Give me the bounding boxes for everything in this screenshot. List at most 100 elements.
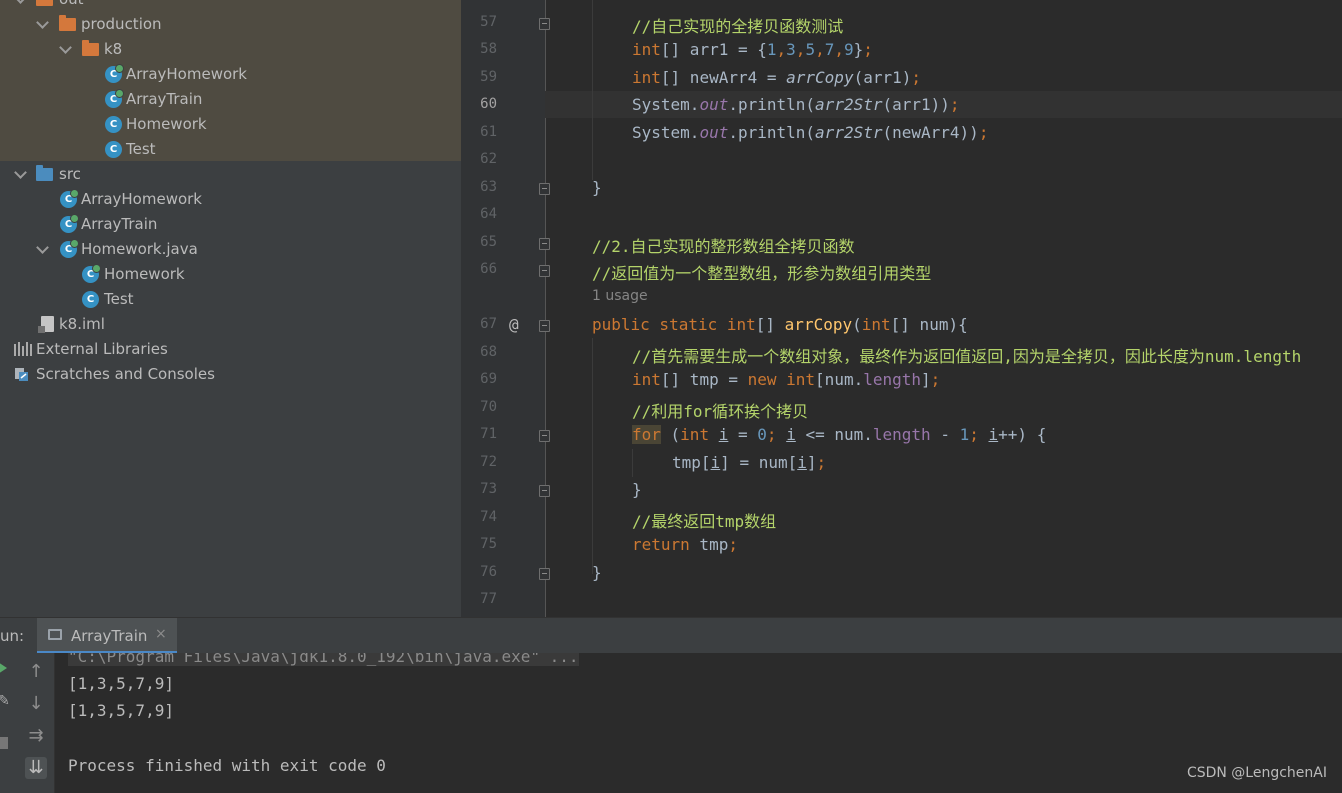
fold-marker-icon[interactable] (539, 18, 550, 30)
line-number: 69 (480, 371, 497, 387)
code-line[interactable]: 57 //自己实现的全拷贝函数测试 (461, 9, 1342, 36)
wrench-icon[interactable]: ✎ (0, 693, 10, 709)
line-number: 59 (480, 69, 497, 85)
console-command-line: "C:\Program Files\Java\jdk1.8.0_192\bin\… (68, 653, 579, 666)
fold-marker-icon[interactable] (539, 430, 550, 442)
code-line[interactable]: 58 int[] arr1 = {1,3,5,7,9}; (461, 36, 1342, 63)
folder-icon (82, 40, 99, 56)
arrow-up-icon[interactable]: ↑ (25, 661, 47, 683)
code-comment: //返回值为一个整型数组，形参为数组引用类型 (592, 264, 932, 283)
chevron-down-icon[interactable] (14, 0, 27, 4)
soft-wrap-icon[interactable]: ⇉ (25, 725, 47, 747)
code-line[interactable]: 56 (461, 0, 1342, 9)
rerun-icon[interactable] (0, 662, 7, 674)
tree-item-label: Homework.java (81, 240, 198, 258)
tree-item-label: Scratches and Consoles (36, 365, 215, 383)
usage-hint-row: 1 usage (461, 284, 1342, 311)
fold-marker-icon[interactable] (539, 265, 550, 277)
line-number: 67 (480, 316, 497, 332)
tree-item-homework-class[interactable]: C Homework (0, 112, 461, 137)
tree-item-label: ArrayHomework (81, 190, 202, 208)
arrow-down-icon[interactable]: ↓ (25, 693, 47, 715)
scroll-to-end-icon[interactable]: ⇊ (25, 757, 47, 779)
code-line[interactable]: 65 //2.自己实现的整形数组全拷贝函数 (461, 229, 1342, 256)
line-number: 70 (480, 399, 497, 415)
line-number: 71 (480, 426, 497, 442)
tree-item-out[interactable]: out (0, 0, 461, 12)
chevron-down-icon[interactable] (14, 166, 27, 179)
line-number: 77 (480, 591, 497, 607)
java-class-icon: C (105, 64, 124, 83)
run-panel-header: un: ArrayTrain × (0, 617, 1342, 655)
code-text: int[] arr1 = {1,3,5,7,9}; (632, 40, 873, 59)
line-number: 63 (480, 179, 497, 195)
chevron-down-icon[interactable] (59, 41, 72, 54)
tree-item-test-nested[interactable]: C Test (0, 287, 461, 312)
code-line[interactable]: 67 @ public static int[] arrCopy(int[] n… (461, 311, 1342, 338)
tree-item-k8[interactable]: k8 (0, 37, 461, 62)
code-line[interactable]: 73 } (461, 476, 1342, 503)
code-line[interactable]: 69 int[] tmp = new int[num.length]; (461, 366, 1342, 393)
code-line[interactable]: 68 //首先需要生成一个数组对象，最终作为返回值返回,因为是全拷贝，因此长度为… (461, 339, 1342, 366)
code-line[interactable]: 66 //返回值为一个整型数组，形参为数组引用类型 (461, 256, 1342, 283)
fold-marker-icon[interactable] (539, 568, 550, 580)
tree-item-label: ArrayTrain (81, 215, 158, 233)
tree-item-scratches[interactable]: Scratches and Consoles (0, 362, 461, 387)
line-number: 58 (480, 41, 497, 57)
code-comment: //自己实现的全拷贝函数测试 (632, 17, 844, 36)
tree-item-homework-nested[interactable]: C Homework (0, 262, 461, 287)
fold-marker-icon[interactable] (539, 485, 550, 497)
tree-item-homework-java[interactable]: C Homework.java (0, 237, 461, 262)
code-line[interactable]: 61 System.out.println(arr2Str(newArr4)); (461, 119, 1342, 146)
stop-icon[interactable] (0, 737, 8, 749)
console-line: [1,3,5,7,9] (68, 701, 174, 720)
line-number: 65 (480, 234, 497, 250)
run-tab-arraytrain[interactable]: ArrayTrain × (37, 618, 177, 654)
line-number: 64 (480, 206, 497, 222)
code-line[interactable]: 59 int[] newArr4 = arrCopy(arr1); (461, 64, 1342, 91)
code-text: System.out.println(arr2Str(arr1)); (632, 95, 960, 114)
code-comment: //首先需要生成一个数组对象，最终作为返回值返回,因为是全拷贝，因此长度为num… (632, 347, 1302, 366)
tree-item-label: ArrayTrain (126, 90, 203, 108)
java-class-icon: C (105, 89, 124, 108)
usage-hint[interactable]: 1 usage (592, 288, 648, 304)
close-icon[interactable]: × (155, 626, 167, 642)
tree-item-arraytrain-java[interactable]: C ArrayTrain (0, 212, 461, 237)
console-output[interactable]: "C:\Program Files\Java\jdk1.8.0_192\bin\… (55, 653, 1342, 793)
folder-icon (36, 0, 53, 6)
fold-marker-icon[interactable] (539, 320, 550, 332)
code-line[interactable]: 70 //利用for循环挨个拷贝 (461, 394, 1342, 421)
code-line[interactable]: 71 for (int i = 0; i <= num.length - 1; … (461, 421, 1342, 448)
chevron-down-icon[interactable] (36, 241, 49, 254)
console-exit-line: Process finished with exit code 0 (68, 756, 386, 775)
chevron-down-icon[interactable] (36, 16, 49, 29)
code-line[interactable]: 74 //最终返回tmp数组 (461, 504, 1342, 531)
code-line[interactable]: 75 return tmp; (461, 531, 1342, 558)
code-line[interactable]: 63 } (461, 174, 1342, 201)
tree-item-src[interactable]: src (0, 162, 461, 187)
code-line[interactable]: 64 (461, 201, 1342, 228)
run-panel-label: un: (0, 627, 25, 645)
code-line[interactable]: 62 (461, 146, 1342, 173)
tree-item-k8-iml[interactable]: k8.iml (0, 312, 461, 337)
tree-item-arraytrain-class[interactable]: C ArrayTrain (0, 87, 461, 112)
tree-item-test-class[interactable]: C Test (0, 137, 461, 162)
java-class-icon: C (105, 141, 122, 158)
code-line[interactable]: 76 } (461, 559, 1342, 586)
code-editor[interactable]: 56 57 //自己实现的全拷贝函数测试 58 int[] arr1 = {1,… (461, 0, 1342, 617)
line-number: 57 (480, 14, 497, 30)
tree-item-production[interactable]: production (0, 12, 461, 37)
tree-item-label: Homework (104, 265, 185, 283)
code-line-current[interactable]: 60 System.out.println(arr2Str(arr1)); (461, 91, 1342, 118)
tree-item-arrayhomework-class[interactable]: C ArrayHomework (0, 62, 461, 87)
console-icon (48, 629, 62, 640)
scratches-icon (14, 366, 30, 382)
fold-marker-icon[interactable] (539, 238, 550, 250)
code-line[interactable]: 72 tmp[i] = num[i]; (461, 449, 1342, 476)
code-line[interactable]: 77 (461, 586, 1342, 613)
tree-item-external-libraries[interactable]: External Libraries (0, 337, 461, 362)
annotation-at-icon[interactable]: @ (509, 315, 519, 334)
tree-item-label: out (59, 0, 84, 8)
fold-marker-icon[interactable] (539, 183, 550, 195)
tree-item-arrayhomework-java[interactable]: C ArrayHomework (0, 187, 461, 212)
